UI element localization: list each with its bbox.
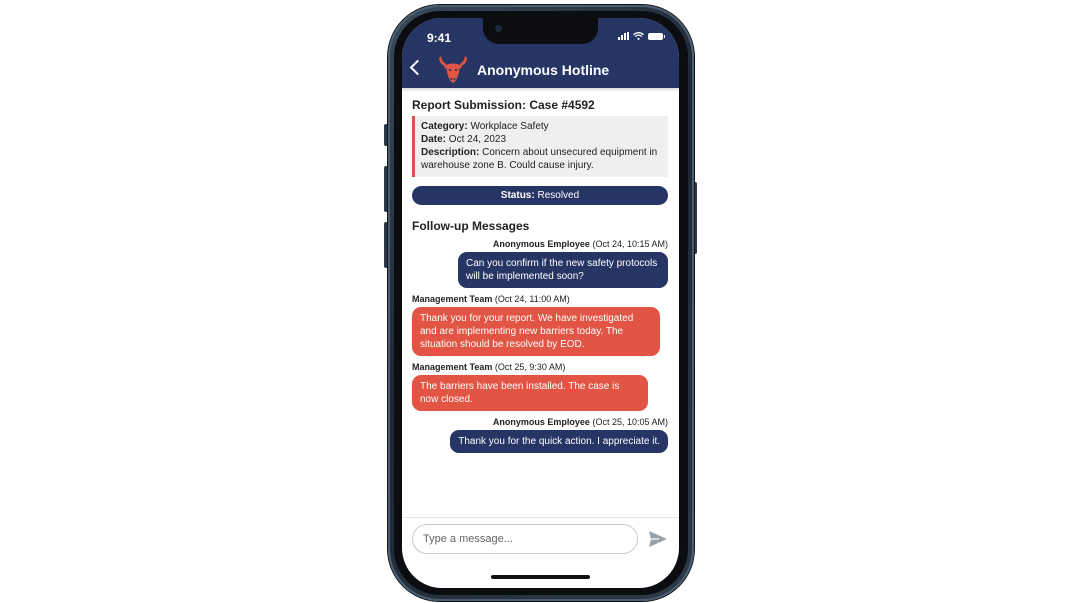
description-row: Description: Concern about unsecured equ… bbox=[421, 146, 660, 172]
header-shadow bbox=[402, 88, 679, 92]
category-row: Category: Workplace Safety bbox=[421, 120, 660, 133]
report-card: Category: Workplace Safety Date: Oct 24,… bbox=[412, 116, 668, 177]
message-time: (Oct 24, 11:00 AM) bbox=[494, 294, 570, 304]
message-sender: Anonymous Employee bbox=[492, 239, 590, 249]
stage: 9:41 Anonymous Hotline Report Submission… bbox=[0, 0, 1080, 603]
composer-divider bbox=[402, 517, 679, 518]
signal-icon bbox=[618, 32, 629, 40]
message-meta: Anonymous Employee (Oct 25, 10:05 AM) bbox=[412, 417, 668, 427]
message-time: (Oct 25, 9:30 AM) bbox=[494, 362, 566, 372]
header-title: Anonymous Hotline bbox=[477, 62, 610, 78]
date-label: Date: bbox=[421, 134, 447, 145]
message-time: (Oct 25, 10:05 AM) bbox=[592, 417, 668, 427]
bull-head-logo bbox=[439, 56, 467, 83]
report-content: Report Submission: Case #4592 Category: … bbox=[412, 98, 668, 453]
battery-icon bbox=[648, 32, 665, 40]
camera-icon bbox=[495, 25, 502, 32]
message-bubble: Thank you for the quick action. I apprec… bbox=[450, 430, 668, 453]
message-bubble: Can you confirm if the new safety protoc… bbox=[458, 252, 668, 288]
status-icons bbox=[618, 32, 665, 40]
notch bbox=[483, 18, 598, 44]
report-title: Report Submission: Case #4592 bbox=[412, 98, 595, 112]
message-item: Anonymous Employee (Oct 25, 10:05 AM) Th… bbox=[412, 417, 668, 453]
status-value: Resolved bbox=[537, 190, 580, 201]
message-input[interactable] bbox=[412, 524, 638, 554]
message-item: Management Team (Oct 24, 11:00 AM) Thank… bbox=[412, 294, 668, 356]
message-meta: Management Team (Oct 25, 9:30 AM) bbox=[412, 362, 668, 372]
message-bubble: The barriers have been installed. The ca… bbox=[412, 375, 648, 411]
status-label: Status: bbox=[500, 190, 535, 201]
category-value: Workplace Safety bbox=[470, 121, 549, 132]
message-meta: Anonymous Employee (Oct 24, 10:15 AM) bbox=[412, 239, 668, 249]
message-sender: Management Team bbox=[412, 294, 493, 304]
message-item: Management Team (Oct 25, 9:30 AM) The ba… bbox=[412, 362, 668, 411]
status-badge: Status: Resolved bbox=[412, 186, 668, 205]
phone-screen: 9:41 Anonymous Hotline Report Submission… bbox=[402, 18, 679, 588]
date-value: Oct 24, 2023 bbox=[448, 134, 507, 145]
message-time: (Oct 24, 10:15 AM) bbox=[592, 239, 668, 249]
description-label: Description: bbox=[421, 147, 480, 158]
date-row: Date: Oct 24, 2023 bbox=[421, 133, 660, 146]
category-label: Category: bbox=[421, 121, 468, 132]
chevron-left-icon[interactable] bbox=[409, 59, 426, 76]
status-time: 9:41 bbox=[427, 31, 452, 45]
message-bubble: Thank you for your report. We have inves… bbox=[412, 307, 660, 356]
message-sender: Anonymous Employee bbox=[492, 417, 590, 427]
send-icon[interactable] bbox=[648, 530, 668, 548]
home-indicator[interactable] bbox=[491, 575, 590, 579]
message-meta: Management Team (Oct 24, 11:00 AM) bbox=[412, 294, 668, 304]
message-item: Anonymous Employee (Oct 24, 10:15 AM) Ca… bbox=[412, 239, 668, 288]
wifi-icon bbox=[633, 32, 644, 40]
message-sender: Management Team bbox=[412, 362, 493, 372]
followup-title: Follow-up Messages bbox=[412, 219, 530, 233]
